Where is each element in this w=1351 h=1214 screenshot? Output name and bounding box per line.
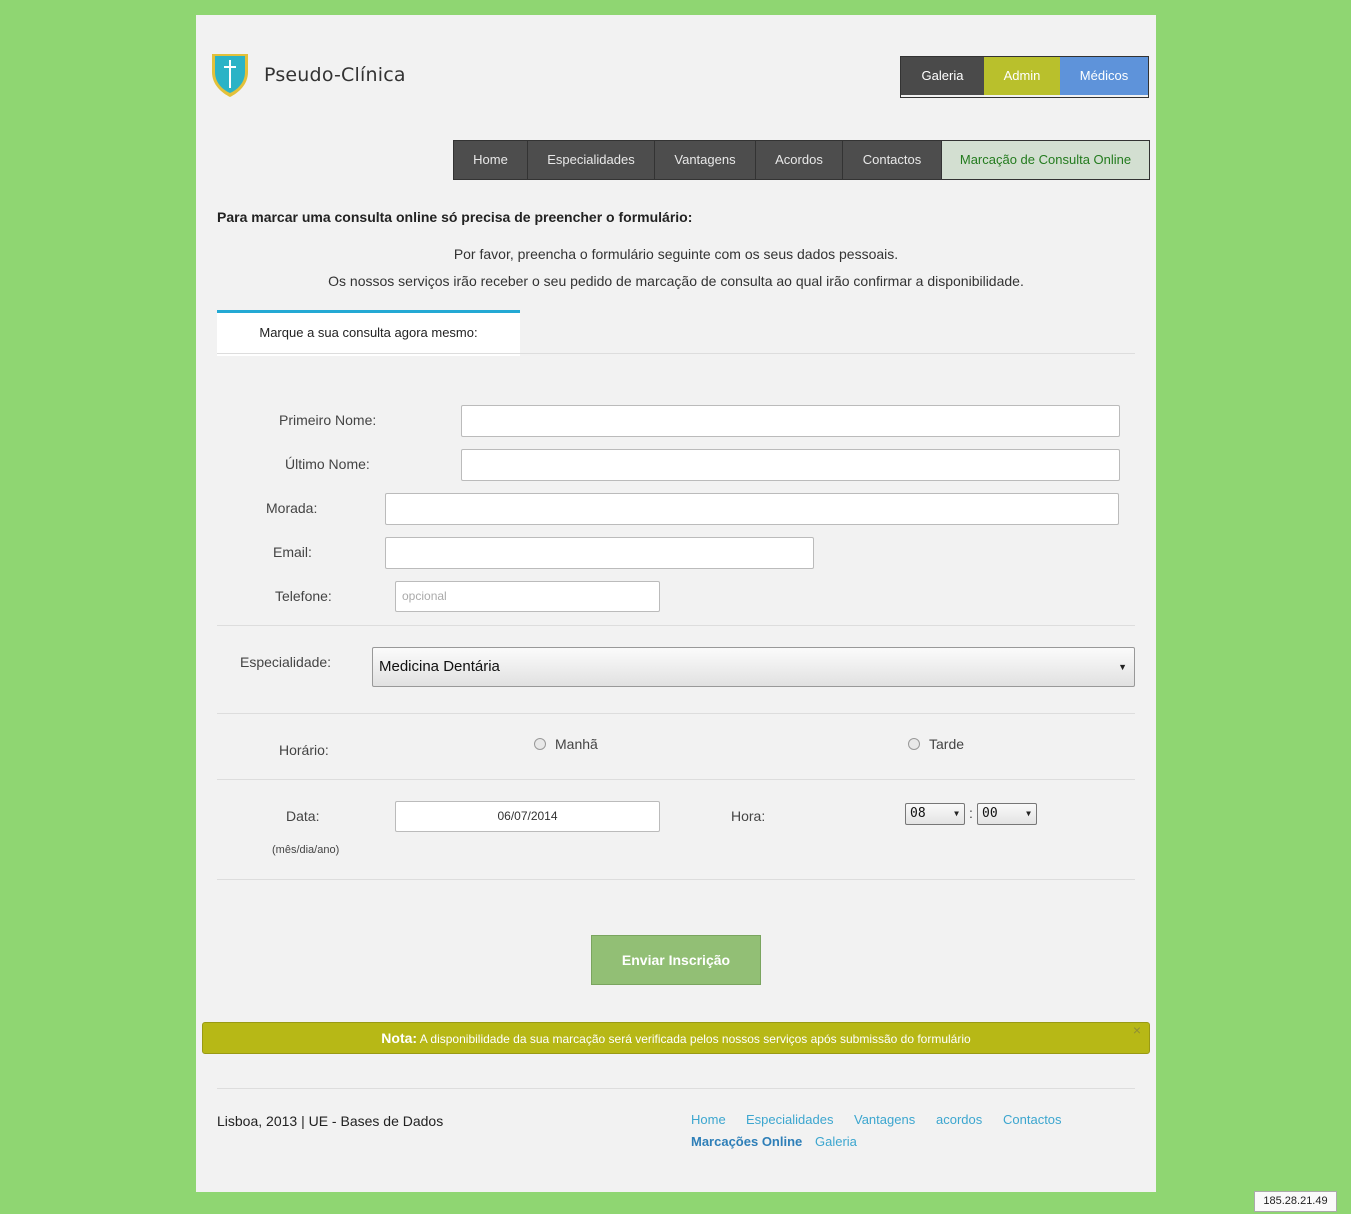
minute-select[interactable]: 00 ▼ xyxy=(977,803,1037,825)
radio-afternoon-label: Tarde xyxy=(929,736,965,752)
specialty-value: Medicina Dentária xyxy=(379,658,500,675)
footer-link-marcacoes-online[interactable]: Marcações Online xyxy=(691,1134,802,1149)
brand-name: Pseudo-Clínica xyxy=(264,64,406,86)
schedule-label: Horário: xyxy=(279,742,329,758)
footer-text: Lisboa, 2013 | UE - Bases de Dados xyxy=(217,1113,444,1129)
time-label: Hora: xyxy=(731,808,766,824)
nav-home[interactable]: Home xyxy=(454,141,528,179)
divider xyxy=(217,1088,1135,1089)
note-alert: Nota: A disponibilidade da sua marcação … xyxy=(202,1022,1150,1054)
footer-link-especialidades[interactable]: Especialidades xyxy=(746,1112,833,1127)
first-name-input[interactable] xyxy=(461,405,1120,437)
radio-afternoon[interactable]: Tarde xyxy=(908,736,964,752)
divider xyxy=(217,625,1135,626)
top-buttons: Galeria Admin Médicos xyxy=(900,56,1149,98)
intro-line-1: Por favor, preencha o formulário seguint… xyxy=(453,246,899,262)
footer-link-contactos[interactable]: Contactos xyxy=(1003,1112,1062,1127)
radio-morning-label: Manhã xyxy=(555,736,598,752)
hour-value: 08 xyxy=(910,806,926,821)
first-name-label: Primeiro Nome: xyxy=(279,412,377,428)
ip-address-badge: 185.28.21.49 xyxy=(1254,1191,1337,1212)
date-label: Data: xyxy=(286,808,320,824)
logo[interactable]: Pseudo-Clínica xyxy=(210,52,406,98)
nav-marcacao-online[interactable]: Marcação de Consulta Online xyxy=(942,141,1149,179)
divider xyxy=(217,713,1135,714)
divider xyxy=(217,779,1135,780)
hour-select[interactable]: 08 ▼ xyxy=(905,803,965,825)
tab-marque-consulta[interactable]: Marque a sua consulta agora mesmo: xyxy=(217,310,520,356)
footer-link-home[interactable]: Home xyxy=(691,1112,726,1127)
nav-vantagens[interactable]: Vantagens xyxy=(655,141,756,179)
note-label: Nota: xyxy=(381,1030,418,1046)
chevron-down-icon: ▼ xyxy=(954,809,959,818)
minute-value: 00 xyxy=(982,806,998,821)
specialty-label: Especialidade: xyxy=(240,654,332,670)
radio-icon xyxy=(908,738,920,750)
divider xyxy=(217,353,1135,354)
galeria-button[interactable]: Galeria xyxy=(901,57,984,95)
phone-label: Telefone: xyxy=(275,588,332,604)
chevron-down-icon: ▼ xyxy=(1118,662,1127,672)
admin-button[interactable]: Admin xyxy=(984,57,1060,95)
radio-icon xyxy=(534,738,546,750)
nav-contactos[interactable]: Contactos xyxy=(843,141,942,179)
chevron-down-icon: ▼ xyxy=(1026,809,1031,818)
email-input[interactable] xyxy=(385,537,814,569)
nav-acordos[interactable]: Acordos xyxy=(756,141,843,179)
phone-input[interactable]: opcional xyxy=(395,581,660,612)
date-input[interactable]: 06/07/2014 xyxy=(395,801,660,832)
address-label: Morada: xyxy=(266,500,318,516)
submit-button[interactable]: Enviar Inscrição xyxy=(591,935,761,985)
last-name-label: Último Nome: xyxy=(285,456,370,472)
radio-morning[interactable]: Manhã xyxy=(534,736,598,752)
footer-link-acordos[interactable]: acordos xyxy=(936,1112,982,1127)
date-hint: (mês/dia/ano) xyxy=(272,844,340,856)
address-input[interactable] xyxy=(385,493,1119,525)
page-container: Pseudo-Clínica Galeria Admin Médicos Hom… xyxy=(196,15,1156,1192)
medicos-button[interactable]: Médicos xyxy=(1060,57,1148,95)
divider xyxy=(217,879,1135,880)
email-label: Email: xyxy=(273,544,312,560)
page-title: Para marcar uma consulta online só preci… xyxy=(217,209,693,225)
footer-link-vantagens[interactable]: Vantagens xyxy=(854,1112,915,1127)
last-name-input[interactable] xyxy=(461,449,1120,481)
footer-link-galeria[interactable]: Galeria xyxy=(815,1134,857,1149)
shield-logo-icon xyxy=(212,54,248,97)
specialty-select[interactable]: Medicina Dentária ▼ xyxy=(372,647,1135,687)
time-separator: : xyxy=(969,805,973,821)
note-text: A disponibilidade da sua marcação será v… xyxy=(417,1032,971,1046)
nav-especialidades[interactable]: Especialidades xyxy=(528,141,655,179)
intro-line-2: Os nossos serviços irão receber o seu pe… xyxy=(328,273,1024,289)
close-icon[interactable]: × xyxy=(1133,1015,1141,1045)
main-nav: Home Especialidades Vantagens Acordos Co… xyxy=(453,140,1150,180)
